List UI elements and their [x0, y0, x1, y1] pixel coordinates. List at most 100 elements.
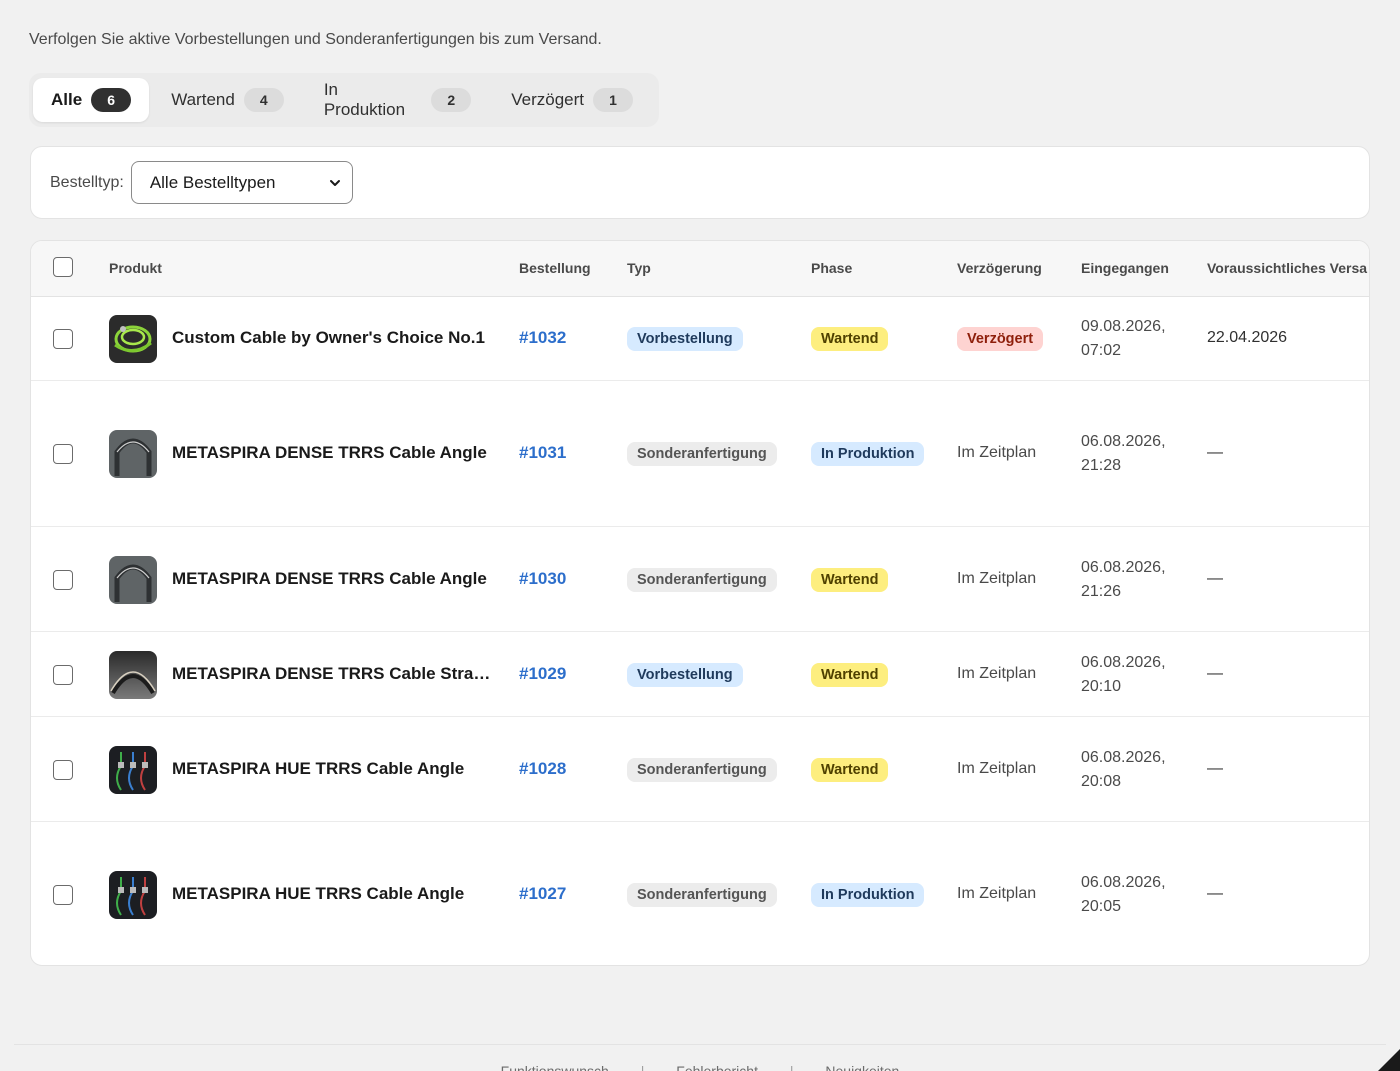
- delay-status: Im Zeitplan: [957, 759, 1037, 777]
- product-thumbnail: [109, 555, 157, 604]
- product-name[interactable]: METASPIRA HUE TRRS Cable Angle: [172, 759, 492, 779]
- footer-separator: |: [640, 1063, 645, 1071]
- delay-status: Im Zeitplan: [957, 664, 1037, 682]
- received-date: 06.08.2026,: [1081, 873, 1166, 891]
- type-badge: Sonderanfertigung: [627, 442, 777, 466]
- order-link[interactable]: #1030: [519, 569, 566, 589]
- header-phase: Phase: [811, 260, 853, 276]
- received-time: 21:26: [1081, 582, 1122, 600]
- row-checkbox[interactable]: [53, 444, 73, 464]
- phase-badge: Wartend: [811, 567, 889, 592]
- received-datetime: 06.08.2026, 20:10: [1081, 651, 1166, 699]
- product-name[interactable]: METASPIRA DENSE TRRS Cable Angle: [172, 443, 492, 463]
- product-name[interactable]: METASPIRA HUE TRRS Cable Angle: [172, 884, 492, 904]
- estimated-shipping: —: [1207, 759, 1223, 777]
- table-header: Produkt Bestellung Typ Phase Verzögerung…: [31, 241, 1369, 297]
- received-time: 07:02: [1081, 342, 1122, 359]
- received-date: 06.08.2026,: [1081, 653, 1166, 671]
- received-datetime: 09.08.2026, 07:02: [1081, 315, 1166, 363]
- page-subtitle: Verfolgen Sie aktive Vorbestellungen und…: [29, 31, 602, 48]
- type-badge: Vorbestellung: [627, 662, 743, 687]
- header-received: Eingegangen: [1081, 260, 1169, 276]
- table-row[interactable]: Custom Cable by Owner's Choice No.1 #1032…: [31, 297, 1369, 381]
- type-badge: Sonderanfertigung: [627, 882, 777, 907]
- row-checkbox[interactable]: [53, 664, 73, 685]
- tab-count: 6: [91, 88, 132, 112]
- table-row[interactable]: METASPIRA HUE TRRS Cable Angle #1027 Sonde…: [31, 822, 1369, 965]
- received-time: 21:28: [1081, 457, 1122, 474]
- header-product: Produkt: [109, 260, 162, 276]
- tab-alle[interactable]: Alle 6: [33, 78, 150, 122]
- select-all-checkbox[interactable]: [53, 257, 73, 277]
- delay-status: Im Zeitplan: [957, 444, 1037, 461]
- tab-label: In Produktion: [323, 80, 406, 119]
- estimated-shipping: —: [1207, 664, 1223, 682]
- type-badge: Vorbestellung: [627, 327, 743, 351]
- order-link[interactable]: #1032: [519, 328, 566, 348]
- product-thumbnail: [109, 745, 157, 794]
- delay-status: Im Zeitplan: [957, 569, 1037, 587]
- estimated-shipping: —: [1207, 444, 1223, 461]
- header-order: Bestellung: [519, 260, 591, 276]
- product-thumbnail: [109, 870, 157, 919]
- type-badge: Sonderanfertigung: [627, 757, 777, 782]
- product-name[interactable]: METASPIRA DENSE TRRS Cable Angle: [172, 569, 492, 589]
- tab-verzoegert[interactable]: Verzögert 1: [493, 78, 651, 122]
- order-type-selected: Alle Bestelltypen: [149, 172, 276, 192]
- received-datetime: 06.08.2026, 20:05: [1081, 871, 1166, 919]
- tab-label: Wartend: [171, 90, 235, 109]
- order-type-select[interactable]: Alle Bestelltypen: [130, 161, 353, 204]
- type-badge: Sonderanfertigung: [627, 567, 777, 592]
- received-time: 20:08: [1081, 772, 1122, 790]
- phase-badge: In Produktion: [811, 882, 925, 907]
- order-link[interactable]: #1028: [519, 759, 566, 779]
- footer-link-feature-request[interactable]: Funktionswunsch: [501, 1063, 609, 1071]
- phase-badge: Wartend: [811, 327, 889, 351]
- header-eta: Voraussichtliches Versa: [1207, 260, 1368, 276]
- estimated-shipping: —: [1207, 884, 1223, 902]
- row-checkbox[interactable]: [53, 884, 73, 905]
- corner-decoration: [1378, 1049, 1400, 1071]
- received-date: 06.08.2026,: [1081, 558, 1166, 576]
- table-row[interactable]: METASPIRA DENSE TRRS Cable Angle #1030 Son…: [31, 527, 1369, 632]
- table-row[interactable]: METASPIRA DENSE TRRS Cable Angle #1031 Son…: [31, 381, 1369, 527]
- footer-link-news[interactable]: Neuigkeiten: [825, 1063, 899, 1071]
- row-checkbox[interactable]: [53, 329, 73, 349]
- order-link[interactable]: #1027: [519, 884, 566, 904]
- phase-badge: In Produktion: [811, 442, 925, 466]
- tab-wartend[interactable]: Wartend 4: [153, 78, 302, 122]
- order-link[interactable]: #1029: [519, 664, 566, 684]
- footer: Funktionswunsch | Fehlerbericht | Neuigk…: [14, 1044, 1386, 1071]
- tab-in-produktion[interactable]: In Produktion 2: [306, 78, 489, 122]
- received-datetime: 06.08.2026, 21:26: [1081, 556, 1166, 604]
- product-name[interactable]: METASPIRA DENSE TRRS Cable Stra…: [172, 664, 492, 684]
- chevron-down-icon: [329, 179, 340, 186]
- received-date: 06.08.2026,: [1081, 748, 1166, 766]
- tab-label: Verzögert: [511, 90, 584, 109]
- estimated-shipping: 22.04.2026: [1207, 329, 1288, 346]
- received-time: 20:05: [1081, 897, 1122, 915]
- product-thumbnail: [109, 430, 157, 478]
- estimated-shipping: —: [1207, 569, 1223, 587]
- order-link[interactable]: #1031: [519, 443, 566, 463]
- tab-count: 4: [243, 88, 284, 112]
- tab-count: 1: [593, 88, 633, 112]
- received-date: 09.08.2026,: [1081, 318, 1166, 335]
- product-thumbnail: [109, 315, 157, 363]
- phase-badge: Wartend: [811, 662, 889, 687]
- footer-link-bug-report[interactable]: Fehlerbericht: [676, 1063, 758, 1071]
- orders-table: Produkt Bestellung Typ Phase Verzögerung…: [30, 240, 1370, 966]
- table-row[interactable]: METASPIRA HUE TRRS Cable Angle #1028 Sonde…: [31, 717, 1369, 822]
- delay-status: Im Zeitplan: [957, 884, 1037, 902]
- header-delay: Verzögerung: [957, 260, 1042, 276]
- table-row[interactable]: METASPIRA DENSE TRRS Cable Stra… #1029 Vor…: [31, 632, 1369, 717]
- received-datetime: 06.08.2026, 20:08: [1081, 746, 1166, 794]
- row-checkbox[interactable]: [53, 759, 73, 780]
- header-type: Typ: [627, 260, 651, 276]
- order-type-label: Bestelltyp:: [50, 173, 124, 191]
- product-name[interactable]: Custom Cable by Owner's Choice No.1: [172, 328, 492, 348]
- row-checkbox[interactable]: [53, 569, 73, 590]
- filter-bar: Bestelltyp: Alle Bestelltypen: [30, 146, 1370, 219]
- tab-count: 2: [431, 88, 472, 112]
- tab-label: Alle: [51, 90, 83, 109]
